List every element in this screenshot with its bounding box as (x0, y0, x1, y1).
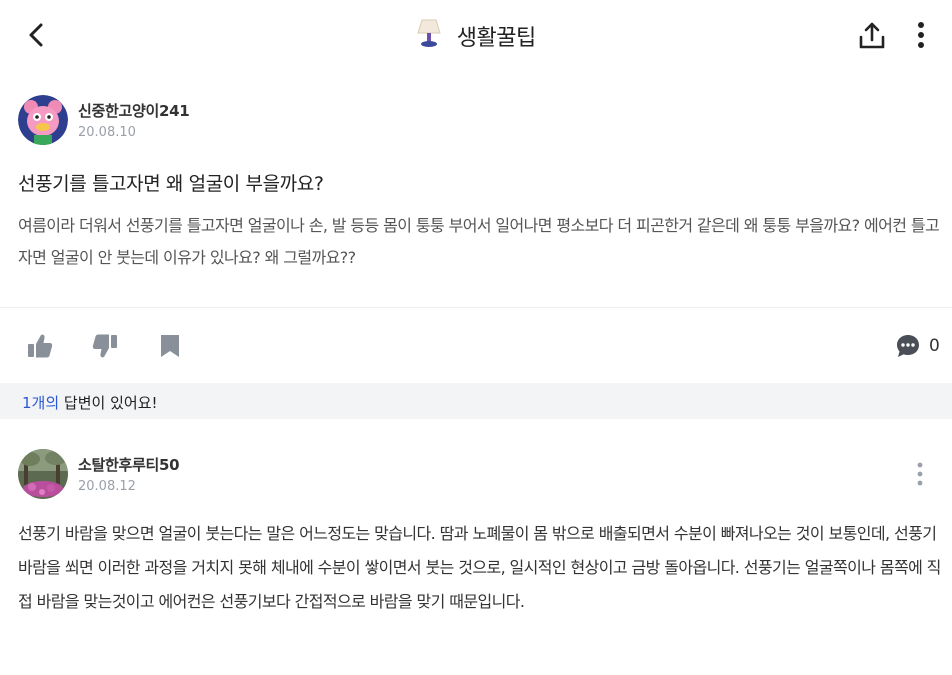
thumbs-down-icon (92, 334, 117, 358)
comment-button[interactable] (894, 332, 922, 360)
like-button[interactable] (26, 332, 54, 360)
answer-author-avatar[interactable] (18, 449, 68, 499)
dislike-button[interactable] (91, 332, 119, 360)
page-title: 생활꿀팁 (456, 26, 536, 51)
more-vertical-icon (917, 462, 923, 486)
answers-count-suffix: 답변이 있어요! (59, 394, 158, 412)
thumbs-up-icon (28, 334, 53, 358)
bookmark-button[interactable] (156, 332, 184, 360)
question-title: 선풍기를 틀고자면 왜 얼굴이 부을까요? (18, 173, 324, 195)
garden-photo-avatar-icon (18, 449, 68, 499)
question-body: 여름이라 더워서 선풍기를 틀고자면 얼굴이나 손, 발 등등 몸이 퉁퉁 부어… (18, 216, 940, 267)
more-button[interactable] (910, 20, 932, 52)
comment-icon (897, 335, 919, 357)
bookmark-icon (161, 335, 179, 357)
answer-body: 선풍기 바람을 맞으면 얼굴이 붓는다는 말은 어느정도는 맞습니다. 땀과 노… (18, 524, 941, 611)
top-bar: 생활꿀팁 (0, 0, 952, 72)
divider (0, 307, 952, 308)
more-vertical-icon (918, 22, 924, 48)
question-author-name[interactable]: 신중한고양이241 (78, 100, 190, 121)
answers-count-text: 1개의 답변이 있어요! (22, 392, 158, 413)
answer-more-button[interactable] (910, 460, 930, 490)
share-button[interactable] (856, 20, 888, 52)
page-header: 생활꿀팁 (0, 18, 952, 54)
question-date: 20.08.10 (78, 125, 136, 140)
lamp-icon (416, 18, 442, 54)
cartoon-avatar-icon (18, 95, 68, 145)
answers-count-bar: 1개의 답변이 있어요! (0, 383, 952, 419)
answer-date: 20.08.12 (78, 479, 136, 494)
comment-count: 0 (929, 336, 940, 356)
answer-author-name[interactable]: 소탈한후루티50 (78, 454, 180, 475)
answers-count: 1개의 (22, 394, 60, 412)
share-icon (859, 22, 885, 49)
question-author-avatar[interactable] (18, 95, 68, 145)
